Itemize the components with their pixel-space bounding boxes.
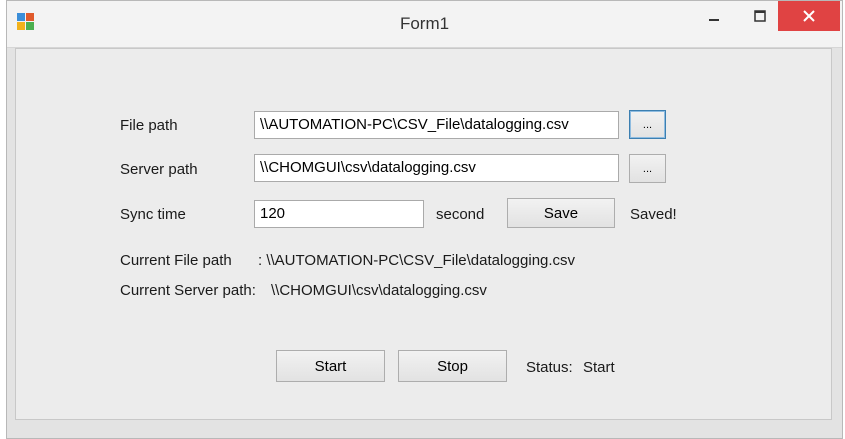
form-client-area: File path \\AUTOMATION-PC\CSV_File\datal… bbox=[15, 48, 832, 420]
stop-button[interactable]: Stop bbox=[398, 350, 507, 382]
current-server-path-value: \\CHOMGUI\csv\datalogging.csv bbox=[271, 282, 487, 299]
sync-time-unit: second bbox=[436, 206, 485, 223]
close-button[interactable] bbox=[778, 1, 840, 31]
maximize-button[interactable] bbox=[745, 1, 775, 31]
sync-time-input[interactable]: 120 bbox=[254, 200, 424, 228]
current-file-path-value: : \\AUTOMATION-PC\CSV_File\datalogging.c… bbox=[258, 252, 576, 269]
minimize-icon bbox=[709, 19, 719, 21]
status-value: Start bbox=[583, 359, 615, 376]
maximize-icon bbox=[754, 10, 766, 22]
file-path-browse-button[interactable]: ... bbox=[629, 110, 666, 139]
server-path-input[interactable]: \\CHOMGUI\csv\datalogging.csv bbox=[254, 154, 619, 182]
server-path-label: Server path bbox=[120, 161, 198, 178]
form1-window: Form1 File path \\AUTOMATION-PC\CSV_File… bbox=[6, 0, 843, 439]
start-button[interactable]: Start bbox=[276, 350, 385, 382]
server-path-browse-button[interactable]: ... bbox=[629, 154, 666, 183]
save-status-text: Saved! bbox=[630, 206, 677, 223]
minimize-button[interactable] bbox=[699, 1, 729, 31]
status-label: Status: bbox=[526, 359, 573, 376]
save-button[interactable]: Save bbox=[507, 198, 615, 228]
close-icon bbox=[803, 10, 815, 22]
title-bar[interactable]: Form1 bbox=[7, 1, 842, 48]
file-path-input[interactable]: \\AUTOMATION-PC\CSV_File\datalogging.csv bbox=[254, 111, 619, 139]
file-path-label: File path bbox=[120, 117, 178, 134]
current-server-path-label: Current Server path: bbox=[120, 282, 256, 299]
sync-time-label: Sync time bbox=[120, 206, 186, 223]
current-file-path-label: Current File path bbox=[120, 252, 232, 269]
